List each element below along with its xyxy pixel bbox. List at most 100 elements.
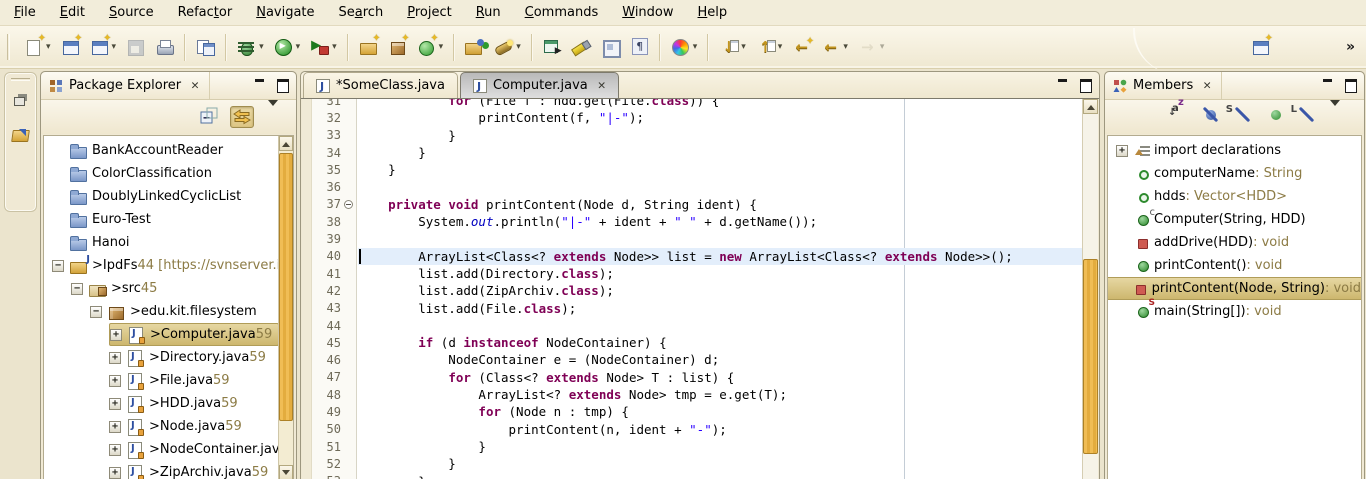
code-line-39[interactable]	[358, 230, 1082, 247]
code-line-45[interactable]: if (d instanceof NodeContainer) {	[358, 334, 1082, 351]
member-item-computer-string-hdd-[interactable]: Computer(String, HDD)	[1108, 208, 1361, 231]
menu-edit[interactable]: Edit	[48, 2, 97, 23]
dropdown-arrow-icon[interactable]: ▾	[693, 42, 698, 52]
gutter-line[interactable]: 52	[312, 455, 356, 472]
tree-item-node-java[interactable]: +> Node.java 59	[109, 415, 248, 438]
tree-item-computer-java[interactable]: +> Computer.java 59	[109, 323, 278, 346]
expander-icon[interactable]: −	[71, 283, 83, 295]
maximize-button[interactable]	[1078, 77, 1093, 91]
gutter-line[interactable]: 34	[312, 144, 356, 161]
code-line-33[interactable]: }	[358, 127, 1082, 144]
code-line-43[interactable]: list.add(File.class);	[358, 300, 1082, 317]
code-line-40[interactable]: ArrayList<Class<? extends Node>> list = …	[358, 248, 1082, 265]
code-line-47[interactable]: for (Class<? extends Node> T : list) {	[358, 369, 1082, 386]
back-history-button[interactable]: ←▾	[819, 35, 850, 59]
code-line-36[interactable]	[358, 178, 1082, 195]
run-external-button[interactable]: ▾	[308, 35, 339, 59]
expander-icon[interactable]: +	[109, 467, 121, 479]
fold-column[interactable]	[343, 213, 356, 230]
members-hide-fields-button[interactable]	[1202, 106, 1226, 128]
fold-column[interactable]	[343, 109, 356, 126]
tree-item-doublylinkedcycliclist[interactable]: DoublyLinkedCyclicList	[52, 185, 247, 208]
menu-search[interactable]: Search	[327, 2, 396, 23]
fold-column[interactable]	[343, 265, 356, 282]
code-line-44[interactable]	[358, 317, 1082, 334]
gutter-line[interactable]: 50	[312, 421, 356, 438]
fold-column[interactable]	[343, 127, 356, 144]
menu-commands[interactable]: Commands	[513, 2, 611, 23]
expander-icon[interactable]: +	[109, 375, 121, 387]
tree-item-hdd-java[interactable]: +> HDD.java 59	[109, 392, 244, 415]
member-item-main-string-[interactable]: main(String[]) : void	[1108, 300, 1361, 323]
new-java-class-button[interactable]: ▾	[415, 35, 446, 59]
collapse-all-button[interactable]	[198, 106, 222, 128]
gutter-line[interactable]: 49	[312, 403, 356, 420]
annotation-ruler[interactable]	[302, 99, 312, 479]
tree-item-nodecontainer-java[interactable]: +> NodeContainer.java 59	[109, 438, 278, 461]
fold-column[interactable]	[343, 161, 356, 178]
print-button[interactable]	[153, 35, 176, 59]
dropdown-arrow-icon[interactable]: ▾	[778, 42, 783, 52]
member-item-adddrive-hdd-[interactable]: addDrive(HDD) : void	[1108, 231, 1361, 254]
menu-help[interactable]: Help	[686, 2, 740, 23]
toolbar-drag-handle[interactable]	[7, 34, 10, 60]
close-icon[interactable]: ✕	[598, 78, 606, 93]
mark-occurrences-button[interactable]	[599, 35, 622, 59]
maximize-button[interactable]	[1343, 77, 1358, 91]
gutter-line[interactable]: 38	[312, 213, 356, 230]
fold-column[interactable]	[343, 178, 356, 195]
scroll-up-button[interactable]	[279, 136, 293, 151]
editor-scrollbar[interactable]	[1082, 99, 1098, 479]
last-edit-location-button[interactable]: ←	[790, 35, 813, 59]
fold-column[interactable]	[343, 230, 356, 247]
menu-window[interactable]: Window	[610, 2, 685, 23]
expander-icon[interactable]: −	[90, 306, 102, 318]
expander-icon[interactable]: +	[109, 444, 121, 456]
new-java-project-button[interactable]	[357, 35, 380, 59]
code-line-31[interactable]: for (File f : hdd.get(File.class)) {	[358, 99, 1082, 109]
code-line-48[interactable]: ArrayList<? extends Node> tmp = e.get(T)…	[358, 386, 1082, 403]
fold-column[interactable]	[343, 351, 356, 368]
new-view-button[interactable]: ▾	[88, 35, 119, 59]
tree-item-src[interactable]: −> src 45	[71, 277, 163, 300]
gutter-line[interactable]: 42	[312, 282, 356, 299]
expander-icon[interactable]: +	[109, 421, 121, 433]
code-line-42[interactable]: list.add(ZipArchiv.class);	[358, 282, 1082, 299]
restore-views-button[interactable]	[9, 89, 33, 113]
code-line-51[interactable]: }	[358, 438, 1082, 455]
dropdown-arrow-icon[interactable]: ▾	[516, 42, 521, 52]
open-perspective-button[interactable]	[1249, 35, 1272, 59]
fold-column[interactable]	[343, 99, 356, 109]
tree-item-euro-test[interactable]: Euro-Test	[52, 208, 157, 231]
code-line-38[interactable]: System.out.println("|-" + ident + " " + …	[358, 213, 1082, 230]
dropdown-arrow-icon[interactable]: ▾	[332, 42, 337, 52]
fold-column[interactable]	[343, 334, 356, 351]
menu-project[interactable]: Project	[395, 2, 464, 23]
dropdown-arrow-icon[interactable]: ▾	[741, 42, 746, 52]
next-annotation-button[interactable]: ↓▾	[717, 35, 748, 59]
fold-collapse-icon[interactable]	[344, 200, 353, 209]
external-tools-button[interactable]	[541, 35, 564, 59]
code-line-37[interactable]: private void printContent(Node d, String…	[358, 196, 1082, 213]
tree-item-edu-kit-filesystem[interactable]: −> edu.kit.filesystem	[90, 300, 263, 323]
gutter-line[interactable]: 48	[312, 386, 356, 403]
code-line-46[interactable]: NodeContainer e = (NodeContainer) d;	[358, 351, 1082, 368]
scroll-down-button[interactable]	[279, 465, 293, 479]
fold-column[interactable]	[343, 473, 356, 479]
fold-column[interactable]	[343, 386, 356, 403]
tree-item-ipdfs[interactable]: −> IpdFs 44 [https://svnserver.i	[52, 254, 278, 277]
dropdown-arrow-icon[interactable]: ▾	[259, 42, 264, 52]
code-line-41[interactable]: list.add(Directory.class);	[358, 265, 1082, 282]
gutter-line[interactable]: 31	[312, 99, 356, 109]
new-java-package-button[interactable]	[386, 35, 409, 59]
close-icon[interactable]: ✕	[191, 78, 199, 93]
dropdown-arrow-icon[interactable]: ▾	[112, 42, 117, 52]
maximize-button[interactable]	[275, 77, 290, 91]
link-with-editor-button[interactable]	[230, 106, 254, 128]
dropdown-arrow-icon[interactable]: ▾	[439, 42, 444, 52]
gutter-line[interactable]: 45	[312, 334, 356, 351]
code-line-53[interactable]: }	[358, 473, 1082, 479]
code-area[interactable]: for (File f : hdd.get(File.class)) { pri…	[358, 99, 1082, 479]
fold-column[interactable]	[343, 438, 356, 455]
open-windows-button[interactable]	[194, 35, 217, 59]
